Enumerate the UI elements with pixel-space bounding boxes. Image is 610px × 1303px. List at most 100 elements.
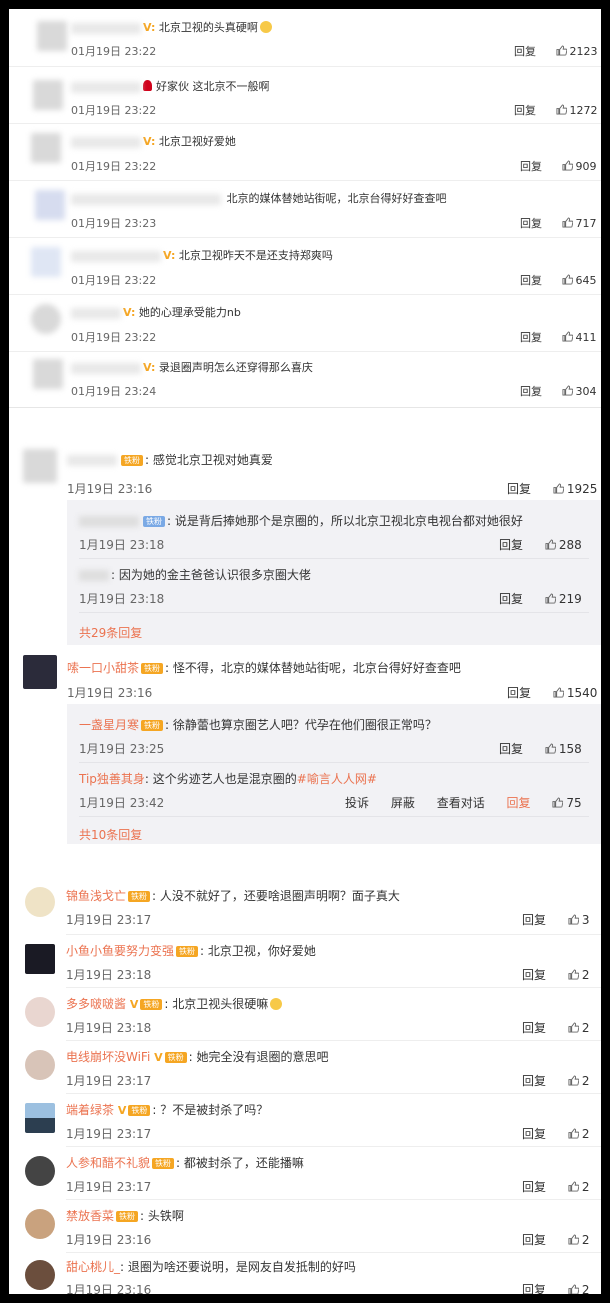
- username[interactable]: 甜心桃儿_: [66, 1260, 120, 1274]
- username-blurred[interactable]: [71, 81, 141, 93]
- username[interactable]: 一盏星月寒: [79, 718, 139, 732]
- username-blurred[interactable]: [71, 307, 121, 319]
- like-button[interactable]: 75: [552, 796, 582, 810]
- hashtag-link[interactable]: #喻言人人网#: [297, 772, 377, 786]
- like-button[interactable]: 288: [545, 538, 582, 552]
- username-blurred[interactable]: [67, 455, 117, 466]
- avatar[interactable]: [35, 190, 65, 220]
- avatar[interactable]: [31, 304, 61, 334]
- more-replies-link[interactable]: 共10条回复: [79, 826, 142, 843]
- comment-text: 北京卫视，你好爱她: [207, 944, 316, 958]
- avatar[interactable]: [31, 133, 61, 163]
- reply-button[interactable]: 回复: [522, 911, 546, 928]
- thumb-up-icon: [561, 385, 573, 396]
- block-button[interactable]: 屏蔽: [391, 794, 415, 811]
- reply-button[interactable]: 回复: [520, 329, 542, 345]
- avatar[interactable]: [25, 1103, 55, 1133]
- like-button[interactable]: 1540: [553, 686, 597, 700]
- like-button[interactable]: 2: [568, 968, 589, 982]
- thumb-up-icon: [568, 1181, 579, 1192]
- username-blurred[interactable]: [71, 250, 161, 262]
- reply-button[interactable]: 回复: [520, 272, 542, 288]
- like-button[interactable]: 3: [568, 913, 590, 927]
- like-button[interactable]: 2: [568, 1021, 589, 1035]
- username[interactable]: 禁放香菜: [66, 1209, 114, 1223]
- like-button[interactable]: 219: [545, 592, 582, 606]
- like-count: 158: [558, 742, 582, 756]
- like-button[interactable]: 304: [561, 385, 597, 398]
- view-conversation-button[interactable]: 查看对话: [437, 794, 485, 811]
- like-button[interactable]: 2: [568, 1180, 589, 1194]
- avatar[interactable]: [23, 655, 57, 689]
- reply-button[interactable]: 回复: [520, 383, 542, 399]
- like-button[interactable]: 158: [545, 742, 582, 756]
- like-button[interactable]: 717: [561, 217, 597, 230]
- reply-button[interactable]: 回复: [522, 1125, 546, 1142]
- avatar[interactable]: [33, 80, 63, 110]
- reply-time: 1月19日 23:42: [79, 796, 165, 810]
- avatar[interactable]: [23, 449, 57, 483]
- avatar[interactable]: [25, 1050, 55, 1080]
- username[interactable]: 端着绿茶: [66, 1103, 114, 1117]
- avatar[interactable]: [25, 997, 55, 1027]
- username-blurred[interactable]: [71, 22, 141, 34]
- avatar[interactable]: [25, 887, 55, 917]
- avatar[interactable]: [25, 1156, 55, 1186]
- like-count: 411: [575, 331, 597, 344]
- like-button[interactable]: 2123: [555, 45, 598, 58]
- like-button[interactable]: 2: [568, 1283, 589, 1294]
- username-blurred[interactable]: [71, 136, 141, 148]
- like-button[interactable]: 2: [568, 1074, 589, 1088]
- like-button[interactable]: 1925: [553, 482, 597, 496]
- reply-button[interactable]: 回复: [499, 740, 523, 757]
- like-count: 3: [581, 913, 590, 927]
- username-blurred[interactable]: [79, 516, 139, 527]
- avatar[interactable]: [37, 21, 67, 51]
- avatar[interactable]: [25, 1209, 55, 1239]
- username-blurred[interactable]: [71, 193, 221, 205]
- reply-button[interactable]: 回复: [522, 1231, 546, 1248]
- like-button[interactable]: 909: [561, 160, 597, 173]
- username-blurred[interactable]: [71, 362, 141, 374]
- reply-button[interactable]: 回复: [520, 215, 542, 231]
- vip-badge: V:: [143, 361, 156, 374]
- reply-button[interactable]: 回复: [514, 43, 536, 59]
- reply-button[interactable]: 回复: [514, 102, 536, 118]
- reply-button[interactable]: 回复: [507, 794, 531, 811]
- comment-time: 1月19日 23:17: [66, 1180, 152, 1194]
- reply-button[interactable]: 回复: [499, 536, 523, 553]
- report-button[interactable]: 投诉: [345, 794, 369, 811]
- reply-button[interactable]: 回复: [507, 480, 531, 497]
- reply-button[interactable]: 回复: [522, 966, 546, 983]
- reply-button[interactable]: 回复: [520, 158, 542, 174]
- username[interactable]: Tip独善其身: [79, 772, 145, 786]
- avatar[interactable]: [25, 944, 55, 974]
- like-count: 304: [575, 385, 597, 398]
- avatar[interactable]: [33, 359, 63, 389]
- reply-button[interactable]: 回复: [522, 1178, 546, 1195]
- like-button[interactable]: 2: [568, 1233, 589, 1247]
- like-button[interactable]: 2: [568, 1127, 590, 1141]
- username-blurred[interactable]: [79, 570, 109, 581]
- reply-button[interactable]: 回复: [522, 1019, 546, 1036]
- reply-button[interactable]: 回复: [522, 1281, 546, 1294]
- comment-item: 电线崩坏没WiFi V 铁粉: 她完全没有退圈的意思吧 1月19日 23:17 回…: [9, 1040, 601, 1093]
- reply-button[interactable]: 回复: [507, 684, 531, 701]
- like-button[interactable]: 645: [561, 274, 597, 287]
- like-button[interactable]: 411: [561, 331, 597, 344]
- username[interactable]: 人参和醋不礼貌: [66, 1156, 150, 1170]
- username[interactable]: 小鱼小鱼要努力变强: [66, 944, 174, 958]
- username[interactable]: 电线崩坏没WiFi: [66, 1050, 150, 1064]
- username[interactable]: 多多啵啵酱: [66, 997, 126, 1011]
- reply-button[interactable]: 回复: [499, 590, 523, 607]
- username[interactable]: 锦鱼浅戈亡: [66, 889, 126, 903]
- like-button[interactable]: 1272: [555, 104, 598, 117]
- avatar[interactable]: [31, 247, 61, 277]
- avatar[interactable]: [25, 1260, 55, 1290]
- fan-badge: 铁粉: [143, 516, 165, 527]
- comment-time: 01月19日 23:24: [71, 385, 157, 398]
- more-replies-link[interactable]: 共29条回复: [79, 624, 142, 641]
- reply-button[interactable]: 回复: [522, 1072, 546, 1089]
- username[interactable]: 嗦一口小甜茶: [67, 661, 139, 675]
- like-count: 2: [581, 1127, 590, 1141]
